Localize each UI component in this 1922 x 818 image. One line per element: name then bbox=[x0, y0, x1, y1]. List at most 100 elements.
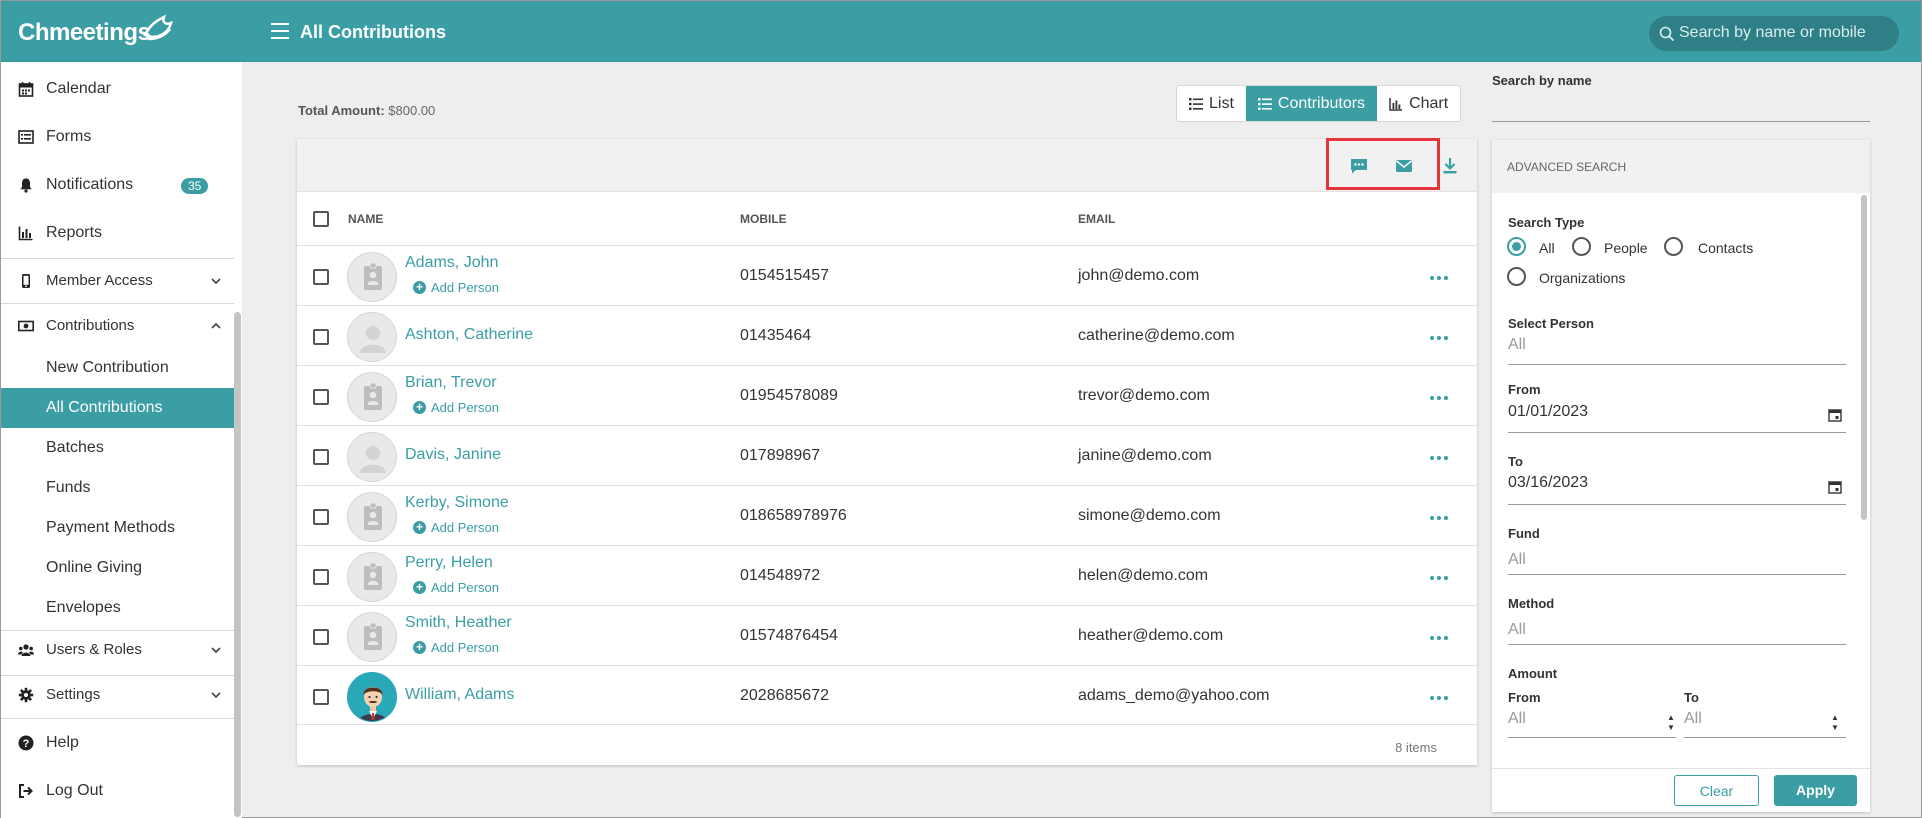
sidebar-subitem-all-contributions[interactable]: All Contributions bbox=[1, 388, 234, 428]
sidebar-item-calendar[interactable]: Calendar bbox=[1, 69, 234, 109]
more-options-icon[interactable] bbox=[1430, 396, 1448, 400]
to-date-input[interactable]: 03/16/2023 bbox=[1508, 474, 1588, 492]
add-person-link[interactable]: + Add Person bbox=[413, 400, 499, 415]
contributor-name-link[interactable]: Smith, Heather bbox=[405, 614, 512, 632]
sidebar-item-label: Member Access bbox=[46, 272, 153, 289]
email-cell: janine@demo.com bbox=[1078, 447, 1212, 464]
sidebar-subitem-envelopes[interactable]: Envelopes bbox=[1, 588, 234, 628]
add-person-link[interactable]: + Add Person bbox=[413, 280, 499, 295]
contributor-name-link[interactable]: Ashton, Catherine bbox=[405, 326, 533, 344]
row-checkbox[interactable] bbox=[313, 689, 329, 705]
global-search-input[interactable]: Search by name or mobile bbox=[1649, 16, 1899, 51]
sidebar-item-forms[interactable]: Forms bbox=[1, 117, 234, 157]
table-row[interactable]: Adams, John + Add Person 0154515457 john@… bbox=[297, 245, 1477, 305]
download-icon[interactable] bbox=[1441, 157, 1459, 175]
search-type-contacts-radio[interactable] bbox=[1664, 237, 1683, 256]
sidebar-subitem-funds[interactable]: Funds bbox=[1, 468, 234, 508]
chevron-up-icon[interactable] bbox=[210, 320, 222, 332]
select-person-input[interactable]: All bbox=[1508, 336, 1526, 354]
tab-chart[interactable]: Chart bbox=[1377, 86, 1460, 121]
field-underline bbox=[1508, 644, 1846, 645]
contributor-name-link[interactable]: William, Adams bbox=[405, 686, 514, 704]
app-logo[interactable]: Chmeetings bbox=[18, 14, 173, 47]
column-header-name[interactable]: NAME bbox=[348, 212, 383, 226]
sidebar-item-notifications[interactable]: Notifications 35 bbox=[1, 165, 234, 205]
search-by-name-input[interactable] bbox=[1492, 121, 1870, 122]
sidebar-subitem-label: Envelopes bbox=[46, 599, 121, 616]
chevron-down-icon[interactable] bbox=[210, 644, 222, 656]
contributor-name-link[interactable]: Perry, Helen bbox=[405, 554, 493, 572]
contributor-name-link[interactable]: Davis, Janine bbox=[405, 446, 501, 464]
avatar bbox=[347, 492, 397, 542]
add-person-label: Add Person bbox=[431, 400, 499, 415]
sidebar-item-member-access[interactable]: Member Access bbox=[1, 261, 234, 301]
add-person-link[interactable]: + Add Person bbox=[413, 520, 499, 535]
add-person-link[interactable]: + Add Person bbox=[413, 580, 499, 595]
amount-from-input[interactable]: All bbox=[1508, 710, 1526, 728]
add-person-link[interactable]: + Add Person bbox=[413, 640, 499, 655]
chevron-down-icon[interactable] bbox=[210, 689, 222, 701]
more-options-icon[interactable] bbox=[1430, 276, 1448, 280]
sidebar-subitem-online-giving[interactable]: Online Giving bbox=[1, 548, 234, 588]
contributor-name-link[interactable]: Brian, Trevor bbox=[405, 374, 497, 392]
sidebar-subitem-batches[interactable]: Batches bbox=[1, 428, 234, 468]
advanced-search-scrollbar[interactable] bbox=[1861, 195, 1867, 520]
amount-to-input[interactable]: All bbox=[1684, 710, 1702, 728]
sidebar-item-logout[interactable]: Log Out bbox=[1, 771, 234, 811]
chevron-down-icon[interactable] bbox=[210, 275, 222, 287]
search-type-people-radio[interactable] bbox=[1572, 237, 1591, 256]
more-options-icon[interactable] bbox=[1430, 516, 1448, 520]
search-type-organizations-radio[interactable] bbox=[1507, 267, 1526, 286]
tab-list[interactable]: List bbox=[1177, 86, 1246, 121]
search-type-all-radio[interactable] bbox=[1507, 237, 1526, 256]
sidebar-subitem-new-contribution[interactable]: New Contribution bbox=[1, 348, 234, 388]
sidebar-subitem-payment-methods[interactable]: Payment Methods bbox=[1, 508, 234, 548]
sidebar-item-reports[interactable]: Reports bbox=[1, 213, 234, 253]
table-row[interactable]: Brian, Trevor + Add Person 01954578089 tr… bbox=[297, 365, 1477, 425]
select-all-checkbox[interactable] bbox=[313, 211, 329, 227]
row-checkbox[interactable] bbox=[313, 509, 329, 525]
calendar-icon[interactable] bbox=[1828, 480, 1842, 494]
sidebar-scrollbar[interactable] bbox=[234, 312, 241, 817]
table-row[interactable]: Ashton, Catherine 01435464 catherine@dem… bbox=[297, 305, 1477, 365]
amount-to-stepper[interactable]: ▲ ▼ bbox=[1831, 713, 1839, 733]
column-header-mobile[interactable]: MOBILE bbox=[740, 212, 787, 226]
column-header-email[interactable]: EMAIL bbox=[1078, 212, 1115, 226]
contributor-name-link[interactable]: Kerby, Simone bbox=[405, 494, 509, 512]
tab-contributors[interactable]: Contributors bbox=[1245, 86, 1378, 121]
more-options-icon[interactable] bbox=[1430, 636, 1448, 640]
sidebar-item-label: Forms bbox=[46, 128, 92, 145]
apply-button[interactable]: Apply bbox=[1774, 775, 1857, 806]
sidebar-item-contributions[interactable]: Contributions bbox=[1, 306, 234, 346]
fund-select[interactable]: All bbox=[1508, 551, 1526, 569]
table-row[interactable]: Smith, Heather + Add Person 01574876454 h… bbox=[297, 605, 1477, 665]
more-options-icon[interactable] bbox=[1430, 456, 1448, 460]
sidebar-subitem-label: New Contribution bbox=[46, 359, 169, 376]
table-row[interactable]: Davis, Janine 017898967 janine@demo.com bbox=[297, 425, 1477, 485]
menu-toggle-icon[interactable] bbox=[271, 23, 289, 39]
row-checkbox[interactable] bbox=[313, 629, 329, 645]
calendar-icon[interactable] bbox=[1828, 408, 1842, 422]
clear-button[interactable]: Clear bbox=[1674, 775, 1759, 806]
mobile-cell: 018658978976 bbox=[740, 507, 847, 524]
sidebar-divider bbox=[1, 718, 234, 719]
table-row[interactable]: William, Adams 2028685672 adams_demo@yah… bbox=[297, 665, 1477, 725]
table-row[interactable]: Perry, Helen + Add Person 014548972 helen… bbox=[297, 545, 1477, 605]
row-checkbox[interactable] bbox=[313, 449, 329, 465]
sidebar-item-help[interactable]: ? Help bbox=[1, 723, 234, 763]
more-options-icon[interactable] bbox=[1430, 576, 1448, 580]
row-checkbox[interactable] bbox=[313, 269, 329, 285]
table-row[interactable]: Kerby, Simone + Add Person 018658978976 s… bbox=[297, 485, 1477, 545]
more-options-icon[interactable] bbox=[1430, 696, 1448, 700]
fund-label: Fund bbox=[1508, 526, 1540, 541]
contributor-name-link[interactable]: Adams, John bbox=[405, 254, 498, 272]
amount-from-stepper[interactable]: ▲ ▼ bbox=[1667, 713, 1675, 733]
row-checkbox[interactable] bbox=[313, 389, 329, 405]
row-checkbox[interactable] bbox=[313, 569, 329, 585]
sidebar-item-users-roles[interactable]: Users & Roles bbox=[1, 630, 234, 670]
from-date-input[interactable]: 01/01/2023 bbox=[1508, 403, 1588, 421]
row-checkbox[interactable] bbox=[313, 329, 329, 345]
sidebar-item-settings[interactable]: Settings bbox=[1, 675, 234, 715]
method-select[interactable]: All bbox=[1508, 621, 1526, 639]
more-options-icon[interactable] bbox=[1430, 336, 1448, 340]
